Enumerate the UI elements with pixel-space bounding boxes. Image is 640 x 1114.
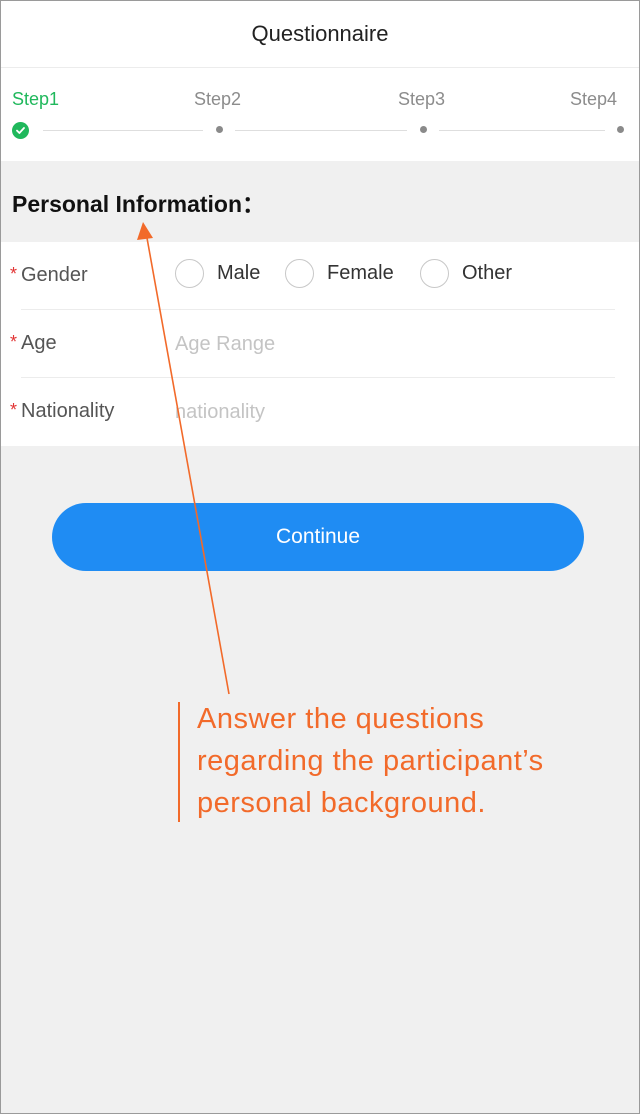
radio-label: Female: [327, 262, 394, 284]
annotation-bar: [178, 702, 180, 822]
radio-circle-icon[interactable]: [175, 259, 204, 288]
annotation-line: regarding the participant’s: [197, 745, 544, 777]
step-label-1: Step1: [12, 89, 60, 109]
step-connector: [235, 130, 407, 131]
nationality-input[interactable]: [173, 398, 597, 426]
radio-label: Other: [462, 262, 513, 284]
required-marker: *: [10, 400, 18, 420]
required-marker: *: [10, 264, 18, 284]
gender-option-female[interactable]: Female: [285, 259, 394, 288]
section-title: Personal Information：: [12, 191, 266, 217]
radio-circle-icon[interactable]: [285, 259, 314, 288]
step-label-4: Step4: [570, 89, 618, 109]
continue-button[interactable]: Continue: [52, 503, 584, 571]
step-dot-3: [420, 126, 427, 133]
page-title: Questionnaire: [251, 21, 389, 46]
radio-label: Male: [217, 262, 261, 284]
app-header: Questionnaire: [1, 1, 639, 68]
nationality-label: Nationality: [21, 400, 115, 422]
step-dot-2: [216, 126, 223, 133]
required-marker: *: [10, 332, 18, 352]
annotation-line: Answer the questions: [197, 703, 485, 735]
gender-row: * Gender Male Female Other: [1, 242, 639, 310]
step-label-3: Step3: [398, 89, 446, 109]
step-label-2: Step2: [194, 89, 242, 109]
annotation-line: personal background.: [197, 787, 486, 819]
nationality-row: * Nationality: [1, 378, 639, 446]
radio-circle-icon[interactable]: [420, 259, 449, 288]
age-row: * Age: [1, 310, 639, 378]
step-dot-4: [617, 126, 624, 133]
gender-option-male[interactable]: Male: [175, 259, 260, 288]
age-input[interactable]: [173, 330, 597, 358]
age-label: Age: [21, 332, 57, 354]
personal-info-form: * Gender Male Female Other * Age *: [1, 242, 639, 446]
app-frame: Questionnaire Step1 Step2 Step3 Step4 Pe…: [0, 0, 640, 1114]
stepper: Step1 Step2 Step3 Step4: [1, 68, 639, 161]
check-circle-icon: [12, 122, 29, 139]
step-connector: [439, 130, 605, 131]
annotation-text: Answer the questions regarding the parti…: [197, 698, 617, 824]
gender-label: Gender: [21, 264, 88, 286]
step-connector: [43, 130, 203, 131]
gender-option-other[interactable]: Other: [420, 259, 512, 288]
